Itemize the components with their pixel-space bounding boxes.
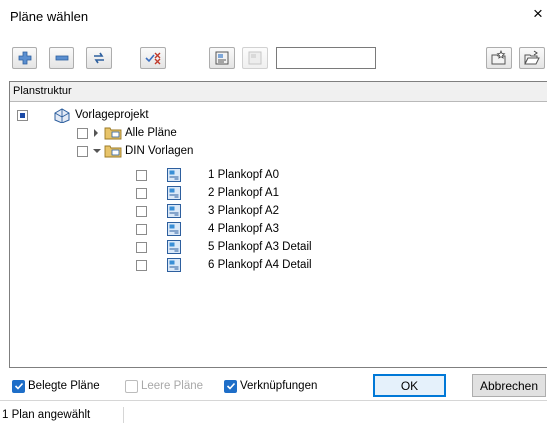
tree-plan-row[interactable]: 3 Plankopf A2 xyxy=(136,202,279,220)
root-checkbox[interactable] xyxy=(17,109,28,121)
status-text: 1 Plan angewählt xyxy=(2,409,91,421)
plan-checkbox[interactable] xyxy=(136,205,147,217)
verknuepfungen-checkbox[interactable] xyxy=(224,379,237,393)
swap-icon xyxy=(94,52,104,64)
folder-icon xyxy=(104,127,122,140)
plan-icon xyxy=(167,168,181,182)
clear-selection-icon xyxy=(145,52,161,65)
plan-checkbox[interactable] xyxy=(136,259,147,271)
folder-label: Alle Pläne xyxy=(125,127,177,139)
plan-disabled-button xyxy=(242,47,268,69)
minus-icon xyxy=(55,55,68,61)
new-plan-icon xyxy=(215,51,229,65)
plan-name-input[interactable] xyxy=(276,47,376,69)
tree-plan-row[interactable]: 4 Plankopf A3 xyxy=(136,220,279,238)
plan-label: 6 Plankopf A4 Detail xyxy=(208,259,312,271)
tree-folder-alle-plaene[interactable]: Alle Pläne xyxy=(77,124,177,142)
folder-icon xyxy=(104,145,122,158)
option-belegte-plaene[interactable]: Belegte Pläne xyxy=(12,377,100,395)
tree-column-header: Planstruktur xyxy=(10,82,547,102)
plan-checkbox[interactable] xyxy=(136,187,147,199)
option-leere-plaene: Leere Pläne xyxy=(125,377,203,395)
leere-plaene-checkbox xyxy=(125,379,138,393)
collapse-all-button[interactable] xyxy=(49,47,74,69)
tree-header-label: Planstruktur xyxy=(13,85,72,97)
status-bar: 1 Plan angewählt xyxy=(0,400,547,428)
plan-icon xyxy=(167,258,181,272)
belegte-plaene-checkbox[interactable] xyxy=(12,379,25,393)
plan-checkbox[interactable] xyxy=(136,241,147,253)
option-verknuepfungen[interactable]: Verknüpfungen xyxy=(224,377,317,395)
plan-icon xyxy=(167,240,181,254)
status-divider xyxy=(123,407,124,423)
plan-label: 1 Plankopf A0 xyxy=(208,169,279,181)
checkmark-icon xyxy=(226,382,235,390)
folder-checkbox[interactable] xyxy=(77,145,88,157)
verknuepfungen-label: Verknüpfungen xyxy=(240,380,318,392)
plan-label: 3 Plankopf A2 xyxy=(208,205,279,217)
tree-plan-row[interactable]: 2 Plankopf A1 xyxy=(136,184,279,202)
plan-checkbox[interactable] xyxy=(136,223,147,235)
tree-plan-row[interactable]: 6 Plankopf A4 Detail xyxy=(136,256,312,274)
plan-label: 5 Plankopf A3 Detail xyxy=(208,241,312,253)
tree-plan-row[interactable]: 5 Plankopf A3 Detail xyxy=(136,238,312,256)
plus-icon xyxy=(18,51,31,65)
root-label: Vorlageprojekt xyxy=(75,109,149,121)
plan-icon xyxy=(167,222,181,236)
leere-plaene-label: Leere Pläne xyxy=(141,380,204,392)
plan-icon xyxy=(167,204,181,218)
plan-icon xyxy=(248,51,262,65)
close-icon[interactable]: × xyxy=(529,4,547,24)
favorite-save-button[interactable] xyxy=(486,47,512,69)
refresh-button[interactable] xyxy=(86,47,112,69)
plan-label: 2 Plankopf A1 xyxy=(208,187,279,199)
folder-label: DIN Vorlagen xyxy=(125,145,194,157)
cancel-button[interactable]: Abbrechen xyxy=(472,374,546,397)
deselect-all-button[interactable] xyxy=(140,47,166,69)
plan-structure-panel: Planstruktur Vorlageprojekt Alle Pläne D… xyxy=(9,81,547,368)
open-folder-icon xyxy=(524,50,540,65)
favorite-open-button[interactable] xyxy=(519,47,545,69)
tree-root[interactable]: Vorlageprojekt xyxy=(17,106,149,124)
expand-all-button[interactable] xyxy=(12,47,37,69)
belegte-plaene-label: Belegte Pläne xyxy=(28,380,100,392)
window-title: Pläne wählen xyxy=(10,9,89,24)
chevron-down-icon[interactable] xyxy=(92,147,102,155)
tree-folder-din-vorlagen[interactable]: DIN Vorlagen xyxy=(77,142,193,160)
tree-plan-row[interactable]: 1 Plankopf A0 xyxy=(136,166,279,184)
chevron-right-icon[interactable] xyxy=(92,128,100,138)
plan-checkbox[interactable] xyxy=(136,169,147,181)
checkmark-icon xyxy=(14,382,23,390)
plan-label: 4 Plankopf A3 xyxy=(208,223,279,235)
star-folder-icon xyxy=(491,50,506,65)
project-icon xyxy=(54,108,70,123)
create-plan-button[interactable] xyxy=(209,47,235,69)
folder-checkbox[interactable] xyxy=(77,127,88,139)
ok-button[interactable]: OK xyxy=(373,374,446,397)
plan-icon xyxy=(167,186,181,200)
